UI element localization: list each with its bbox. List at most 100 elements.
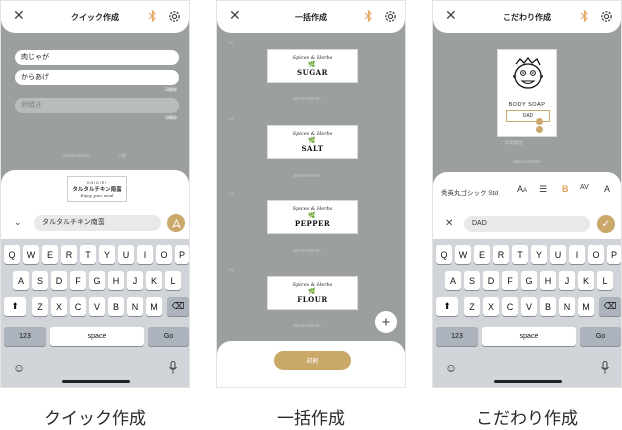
label-card[interactable]: Spices & Herbs 🌿 SALT [267,125,358,159]
go-key[interactable]: Go [148,327,189,346]
key-z[interactable]: Z [32,297,48,316]
key-s[interactable]: S [464,271,480,290]
key-x[interactable]: X [483,297,499,316]
key-m[interactable]: M [146,297,162,316]
key-a[interactable]: A [445,271,461,290]
confirm-button[interactable]: ✓ [597,215,615,233]
key-u[interactable]: U [550,245,566,264]
bluetooth-icon[interactable] [145,9,159,23]
bluetooth-icon[interactable] [577,9,591,23]
close-icon[interactable]: ✕ [229,8,241,22]
bluetooth-icon[interactable] [361,9,375,23]
text-input[interactable]: DAD [464,216,590,232]
key-v[interactable]: V [521,297,537,316]
resize-handle[interactable] [536,118,543,125]
backspace-key[interactable]: ⌫ [599,297,621,316]
chevron-down-icon[interactable]: ⌄ [14,217,22,228]
go-key[interactable]: Go [580,327,621,346]
key-u[interactable]: U [118,245,134,264]
key-k[interactable]: K [146,271,162,290]
text-line-1[interactable]: 肉じゃが [15,50,179,65]
label-card[interactable]: Spices & Herbs 🌿 PEPPER [267,200,358,234]
key-q[interactable]: Q [436,245,452,264]
letter-spacing-icon[interactable]: AV [580,184,589,191]
key-p[interactable]: P [175,245,189,264]
space-key[interactable]: space [50,327,144,346]
space-key[interactable]: space [482,327,576,346]
shift-key[interactable]: ⬆ [436,297,458,316]
key-i[interactable]: I [137,245,153,264]
key-p[interactable]: P [607,245,621,264]
key-o[interactable]: O [156,245,172,264]
key-e[interactable]: E [474,245,490,264]
key-j[interactable]: J [559,271,575,290]
key-l[interactable]: L [165,271,181,290]
key-a[interactable]: A [13,271,29,290]
key-z[interactable]: Z [464,297,480,316]
key-w[interactable]: W [23,245,39,264]
key-e[interactable]: E [42,245,58,264]
key-w[interactable]: W [455,245,471,264]
numbers-key[interactable]: 123 [436,327,478,346]
key-v[interactable]: V [89,297,105,316]
microphone-icon[interactable] [169,361,177,379]
key-t[interactable]: T [80,245,96,264]
font-selector[interactable]: 秀英丸ゴシック Std [441,187,498,197]
key-c[interactable]: C [502,297,518,316]
key-k[interactable]: K [578,271,594,290]
print-button[interactable]: 印刷 [274,351,351,370]
key-t[interactable]: T [512,245,528,264]
text-input[interactable]: タルタルチキン南蛮 [34,215,161,231]
close-icon[interactable]: ✕ [13,8,25,22]
key-g[interactable]: G [521,271,537,290]
emoji-icon[interactable]: ☺ [13,361,25,375]
key-g[interactable]: G [89,271,105,290]
label-card[interactable]: Spices & Herbs 🌿 SUGAR [267,49,358,83]
text-line-2[interactable]: からあげ [15,70,179,85]
gear-icon[interactable] [599,9,614,24]
label-card[interactable]: Spices & Herbs 🌿 FLOUR [267,276,358,310]
key-q[interactable]: Q [4,245,20,264]
key-c[interactable]: C [70,297,86,316]
key-y[interactable]: Y [531,245,547,264]
label-preview[interactable]: BODY SOAP DAD [497,49,557,137]
key-h[interactable]: H [108,271,124,290]
key-b[interactable]: B [108,297,124,316]
key-m[interactable]: M [578,297,594,316]
key-s[interactable]: S [32,271,48,290]
text-style-icon[interactable]: A [604,184,610,194]
add-label-button[interactable]: + [375,311,397,333]
key-f[interactable]: F [70,271,86,290]
key-d[interactable]: D [51,271,67,290]
key-i[interactable]: I [569,245,585,264]
gear-icon[interactable] [167,9,182,24]
bold-icon[interactable]: B [562,184,569,194]
key-b[interactable]: B [540,297,556,316]
key-h[interactable]: H [540,271,556,290]
key-j[interactable]: J [127,271,143,290]
key-r[interactable]: R [493,245,509,264]
key-y[interactable]: Y [99,245,115,264]
numbers-key[interactable]: 123 [4,327,46,346]
rotate-handle[interactable] [536,126,543,133]
selected-text-box[interactable]: DAD [506,110,550,122]
backspace-key[interactable]: ⌫ [167,297,189,316]
key-r[interactable]: R [61,245,77,264]
key-o[interactable]: O [588,245,604,264]
key-l[interactable]: L [597,271,613,290]
emoji-icon[interactable]: ☺ [445,361,457,375]
key-n[interactable]: N [127,297,143,316]
clear-icon[interactable]: ✕ [445,218,453,229]
close-icon[interactable]: ✕ [445,8,457,22]
key-f[interactable]: F [502,271,518,290]
align-icon[interactable]: ☰ [539,184,547,195]
font-size-icon[interactable]: AA [517,184,527,194]
send-button[interactable] [167,214,185,232]
text-line-3[interactable]: 卵焼き [15,98,179,113]
key-n[interactable]: N [559,297,575,316]
microphone-icon[interactable] [601,361,609,379]
key-x[interactable]: X [51,297,67,316]
gear-icon[interactable] [383,9,398,24]
key-d[interactable]: D [483,271,499,290]
shift-key[interactable]: ⬆ [4,297,26,316]
